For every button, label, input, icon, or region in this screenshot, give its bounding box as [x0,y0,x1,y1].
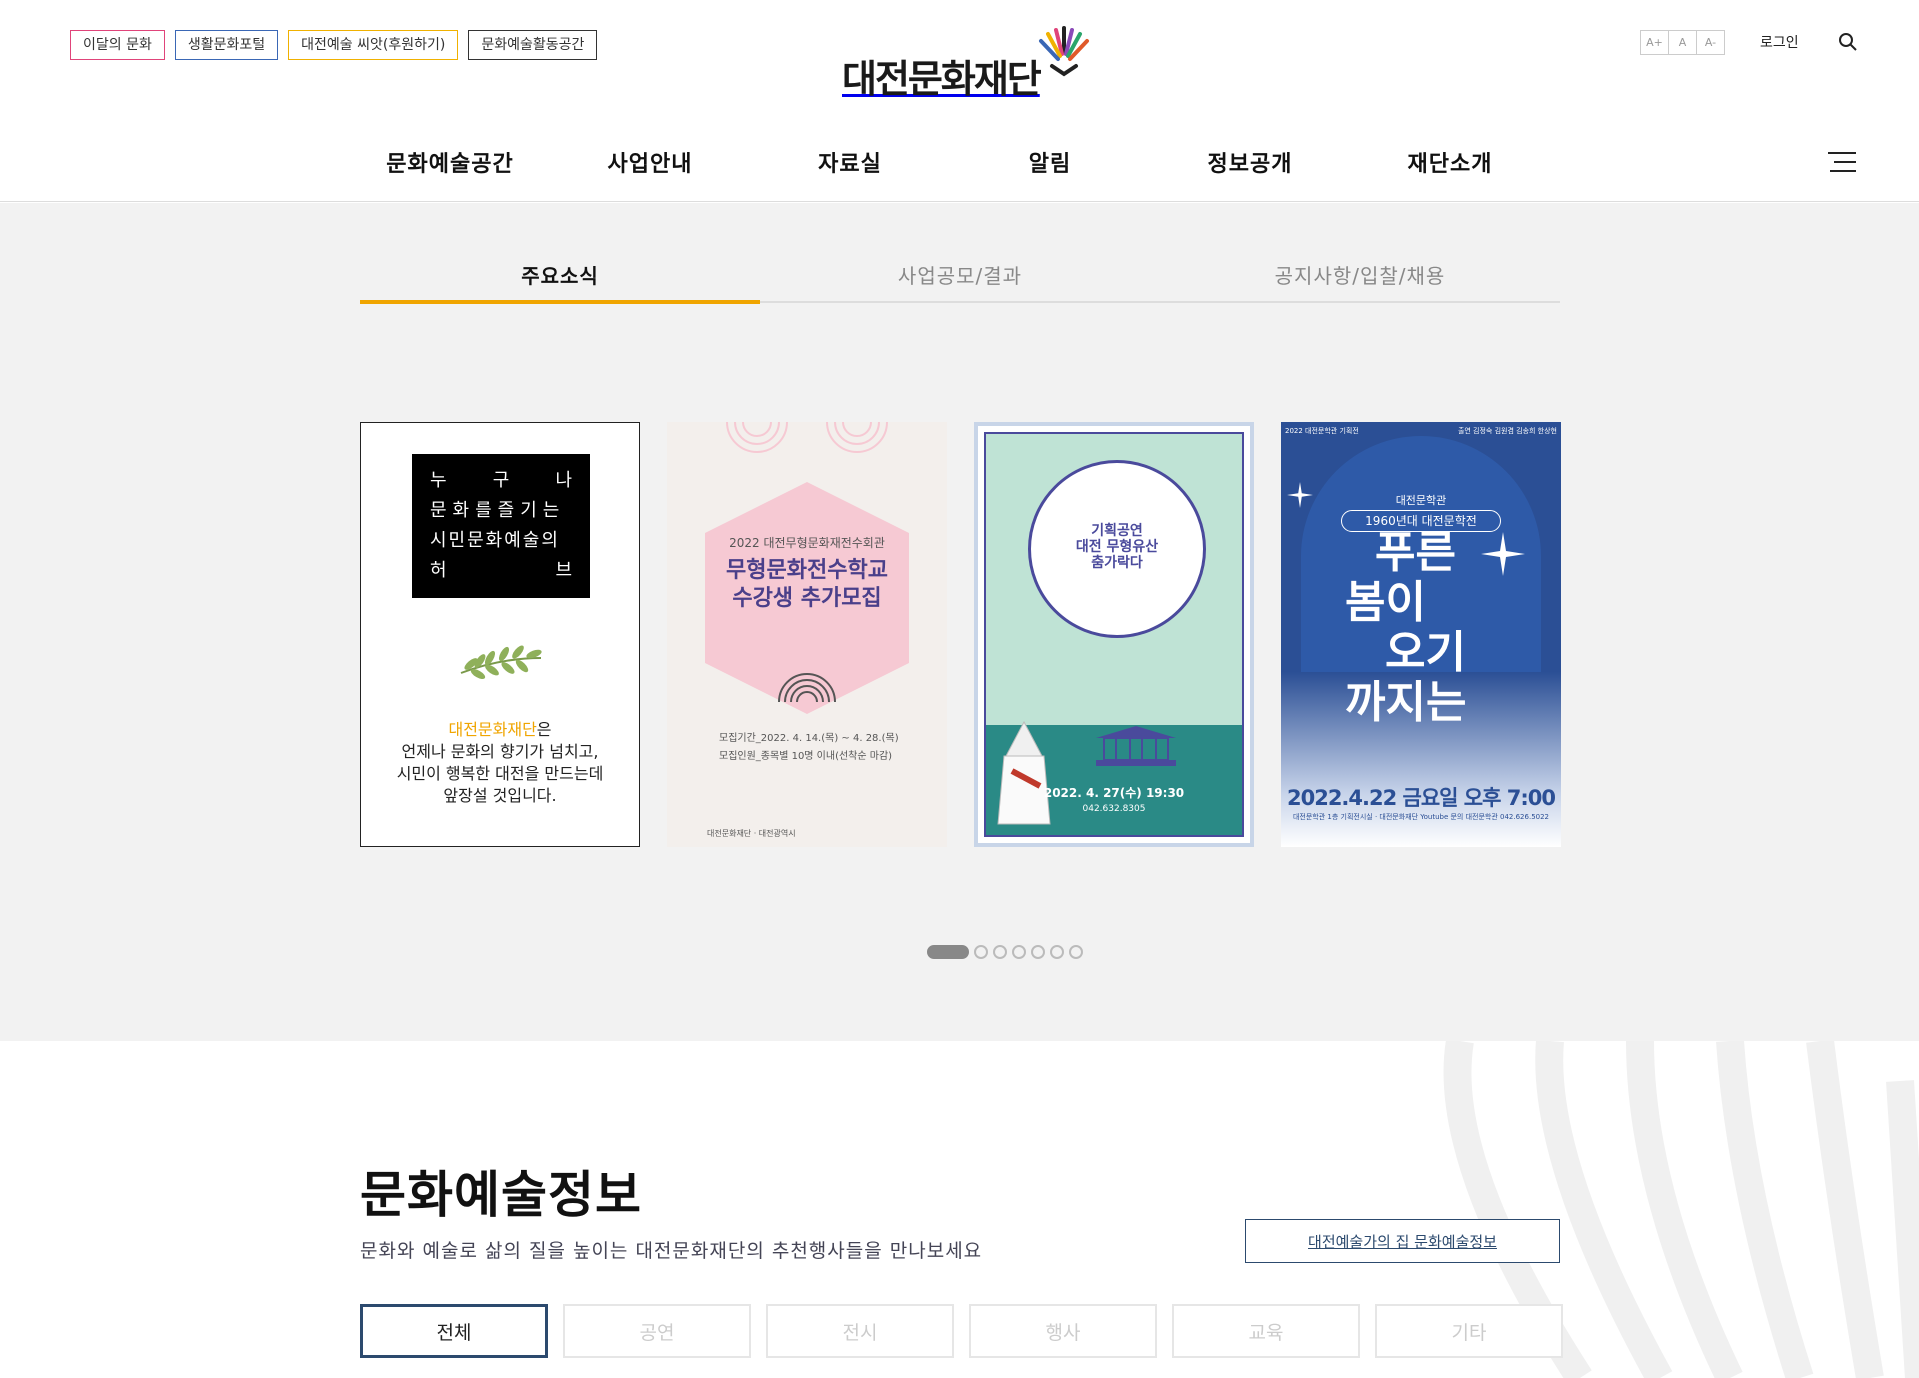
poster2-frame: 기획공연 대전 무형유산 춤가락다 2022. 4. 27(수) 19:30 0… [984,432,1244,837]
slider-dot[interactable] [1050,945,1064,959]
poster2-circle: 기획공연 대전 무형유산 춤가락다 [1028,460,1206,638]
quick-link-activity-space[interactable]: 문화예술활동공간 [468,30,598,60]
quick-link-life-culture-portal[interactable]: 생활문화포털 [174,30,279,60]
font-size-default-button[interactable]: A [1668,30,1697,55]
gnb-item-disclosure[interactable]: 정보공개 [1150,146,1350,178]
poster3-top: 2022 대전문학관 기획전 출연 김정숙 김원겸 김송희 한상현 [1285,427,1557,435]
sparkle-small-icon [1287,482,1313,508]
font-size-increase-button[interactable]: A+ [1640,30,1669,55]
slider-dot[interactable] [927,945,969,959]
poster2-phone: 042.632.8305 [1082,804,1146,814]
news-cards: 누구나 문화를즐기는 시민문화예술의 허브 대전문화재단은 언제나 문화의 향기… [360,422,1561,847]
slider-dot[interactable] [1069,945,1083,959]
pattern-decoration [726,422,888,453]
sparkle-icon [1481,532,1525,576]
category-all[interactable]: 전체 [360,1304,548,1358]
poster1-footer: 대전문화재단 · 대전광역시 [707,829,796,838]
font-size-decrease-button[interactable]: A- [1696,30,1725,55]
gnb-item-notice[interactable]: 알림 [950,146,1150,178]
gnb-item-art-space[interactable]: 문화예술공간 [350,146,550,178]
category-etc[interactable]: 기타 [1375,1304,1563,1358]
poster1-title: 무형문화전수학교 수강생 추가모집 [726,558,888,611]
poster3-title: 푸른 봄이 오기 까지는 [1345,527,1467,728]
tab-main-news[interactable]: 주요소식 [360,256,760,304]
artist-house-info-button[interactable]: 대전예술가의 집 문화예술정보 [1245,1219,1560,1263]
wave-arcs-icon [778,673,836,702]
main-navigation: 문화예술공간 사업안내 자료실 알림 정보공개 재단소개 [350,146,1550,178]
poster3-footer: 대전문학관 1층 기획전시실 · 대전문화재단 Youtube 문의 대전문학관… [1292,813,1550,821]
category-exhibition[interactable]: 전시 [766,1304,954,1358]
slider-pagination [927,945,1083,959]
category-event[interactable]: 행사 [969,1304,1157,1358]
site-header: 이달의 문화 생활문화포털 대전예술 씨앗(후원하기) 문화예술활동공간 대전문… [0,0,1919,202]
pavilion-icon [1096,726,1176,766]
section-description: 문화와 예술로 삶의 질을 높이는 대전문화재단의 추천행사들을 만나보세요 [360,1240,983,1262]
gnb-item-business[interactable]: 사업안내 [550,146,750,178]
slider-dot[interactable] [1031,945,1045,959]
category-performance[interactable]: 공연 [563,1304,751,1358]
poster-card-blue-spring[interactable]: 2022 대전문학관 기획전 출연 김정숙 김원겸 김송희 한상현 대전문학관 1… [1281,422,1561,847]
news-tabs: 주요소식 사업공모/결과 공지사항/입찰/채용 [360,256,1560,304]
poster-card-intangible-heritage[interactable]: 기획공연 대전 무형유산 춤가락다 2022. 4. 27(수) 19:30 0… [974,422,1254,847]
poster2-date: 2022. 4. 27(수) 19:30 [1043,786,1185,800]
section-title: 문화예술정보 [360,1166,642,1224]
poster3-date: 2022.4.22 금요일 오후 7:00 [1286,786,1556,810]
quick-link-monthly-culture[interactable]: 이달의 문화 [70,30,165,60]
gnb-item-archive[interactable]: 자료실 [750,146,950,178]
logo-text: 대전문화재단 [842,57,1042,101]
site-logo[interactable]: 대전문화재단 [842,26,1096,98]
quick-links: 이달의 문화 생활문화포털 대전예술 씨앗(후원하기) 문화예술활동공간 [70,30,598,60]
news-section: 주요소식 사업공모/결과 공지사항/입찰/채용 누구나 문화를즐기는 시민문화예… [0,203,1919,1041]
font-size-controls: A+ A A- [1640,30,1725,55]
tab-business-results[interactable]: 사업공모/결과 [760,256,1160,301]
slider-dot[interactable] [993,945,1007,959]
menu-hamburger-icon[interactable] [1828,152,1856,174]
logo-mark-icon [1038,26,1089,77]
tab-notice-bid-recruit[interactable]: 공지사항/입찰/채용 [1160,256,1560,301]
gnb-item-about[interactable]: 재단소개 [1350,146,1550,178]
highlight-foundation: 대전문화재단 [448,720,537,739]
intro-card: 누구나 문화를즐기는 시민문화예술의 허브 대전문화재단은 언제나 문화의 향기… [360,422,640,847]
poster1-subtitle: 2022 대전무형문화재전수회관 [729,536,885,550]
hub-box: 누구나 문화를즐기는 시민문화예술의 허브 [412,454,590,598]
poster2-title: 기획공연 대전 무형유산 춤가락다 [1075,523,1159,571]
leaf-branch-icon [460,645,542,680]
search-icon[interactable] [1838,32,1858,52]
poster1-info: 모집기간_2022. 4. 14.(목) ~ 4. 28.(목) 모집인원_종목… [719,733,899,762]
poster3-organizer: 대전문학관 [1395,494,1447,507]
category-filter: 전체 공연 전시 행사 교육 기타 [360,1304,1563,1358]
slider-dot[interactable] [974,945,988,959]
quick-link-art-seed-donation[interactable]: 대전예술 씨앗(후원하기) [288,30,459,60]
intro-text: 대전문화재단은 언제나 문화의 향기가 넘치고, 시민이 행복한 대전을 만드는… [396,720,604,805]
poster-card-intangible-school[interactable]: 2022 대전무형문화재전수회관 무형문화전수학교 수강생 추가모집 모집기간_… [667,422,947,847]
slider-dot[interactable] [1012,945,1026,959]
category-education[interactable]: 교육 [1172,1304,1360,1358]
login-link[interactable]: 로그인 [1760,32,1799,52]
